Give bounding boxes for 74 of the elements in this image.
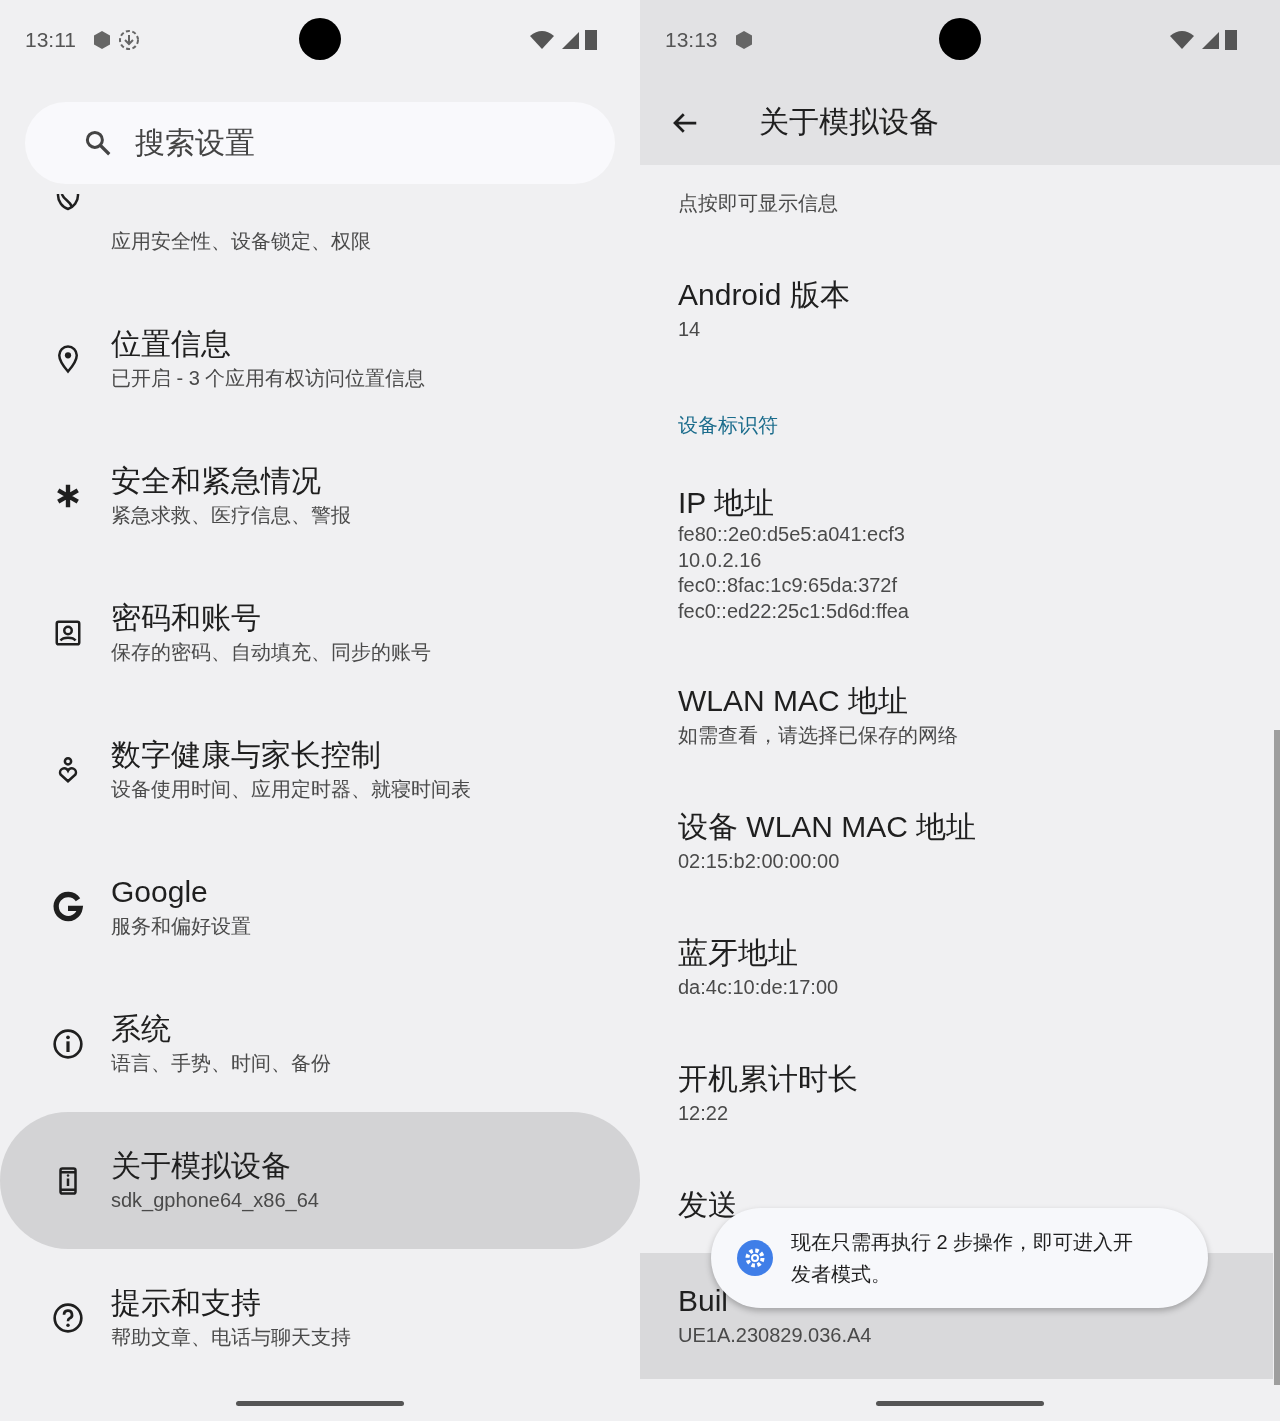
row-title: WLAN MAC 地址 bbox=[678, 683, 909, 719]
row-value: 12:22 bbox=[678, 1101, 730, 1126]
info-row[interactable]: Android 版本 14 bbox=[640, 247, 1273, 373]
row-title: Android 版本 bbox=[678, 277, 851, 313]
settings-icon bbox=[737, 1240, 773, 1276]
settings-item[interactable]: 提示和支持 帮助文章、电话与聊天支持 bbox=[0, 1249, 640, 1385]
info-row[interactable]: 蓝牙地址 da:4c:10:de:17:00 bbox=[640, 905, 1273, 1031]
item-subtitle: 语言、手势、时间、备份 bbox=[111, 1050, 331, 1076]
settings-item[interactable]: Google 服务和偏好设置 bbox=[0, 838, 640, 975]
row-value: da:4c:10:de:17:00 bbox=[678, 975, 840, 1000]
item-title: 位置信息 bbox=[111, 325, 232, 362]
signal-icon bbox=[1201, 31, 1219, 49]
info-row[interactable]: 点按即可显示信息 bbox=[640, 165, 1273, 247]
row-value: fec0::8fac:1c9:65da:372f bbox=[678, 573, 899, 598]
info-row[interactable]: WLAN MAC 地址 如需查看，请选择已保存的网络 bbox=[640, 653, 1273, 779]
item-title: 数字健康与家长控制 bbox=[111, 736, 382, 773]
item-subtitle: 服务和偏好设置 bbox=[111, 913, 251, 939]
item-subtitle: sdk_gphone64_x86_64 bbox=[111, 1187, 319, 1214]
info-row[interactable]: 开机累计时长 12:22 bbox=[640, 1031, 1273, 1157]
signal-icon bbox=[561, 31, 579, 49]
settings-item[interactable]: 数字健康与家长控制 设备使用时间、应用定时器、就寝时间表 bbox=[0, 701, 640, 838]
info-row[interactable]: 设备 WLAN MAC 地址 02:15:b2:00:00:00 bbox=[640, 779, 1273, 905]
row-value: UE1A.230829.036.A4 bbox=[678, 1323, 873, 1348]
row-title: Buil bbox=[678, 1283, 730, 1319]
wifi-icon bbox=[1169, 30, 1195, 50]
info-row[interactable]: IP 地址 fe80::2e0:d5e5:a041:ecf3 10.0.2.16 fec0::8fac:1c9:65da:372f fec0::ed22:25c1:5d6d:ffea bbox=[640, 455, 1273, 653]
camera-cutout bbox=[299, 18, 341, 60]
row-value: 如需查看，请选择已保存的网络 bbox=[678, 723, 959, 748]
g-logo-icon bbox=[52, 890, 84, 923]
info-icon bbox=[52, 1027, 84, 1060]
item-title: 关于模拟设备 bbox=[111, 1147, 292, 1184]
row-value: 10.0.2.16 bbox=[678, 547, 763, 573]
help-icon bbox=[52, 1301, 84, 1334]
hexagon-icon bbox=[92, 30, 112, 50]
item-title: 提示和支持 bbox=[111, 1284, 262, 1321]
row-value: fec0::ed22:25c1:5d6d:ffea bbox=[678, 598, 910, 624]
gesture-handle[interactable] bbox=[876, 1400, 1044, 1406]
settings-item[interactable]: 位置信息 已开启 - 3 个应用有权访问位置信息 bbox=[0, 290, 640, 427]
page-title: 关于模拟设备 bbox=[759, 104, 939, 140]
row-value: 点按即可显示信息 bbox=[678, 191, 839, 216]
status-time: 13:13 bbox=[665, 28, 718, 52]
settings-item[interactable]: 系统 语言、手势、时间、备份 bbox=[0, 975, 640, 1112]
item-title: 系统 bbox=[111, 1010, 172, 1047]
camera-cutout bbox=[939, 18, 981, 60]
hexagon-icon bbox=[733, 30, 754, 50]
row-title: 开机累计时长 bbox=[678, 1061, 859, 1097]
gesture-handle[interactable] bbox=[236, 1400, 404, 1406]
row-value: 02:15:b2:00:00:00 bbox=[678, 849, 841, 874]
section-header: 设备标识符 bbox=[677, 413, 779, 438]
item-subtitle: 设备使用时间、应用定时器、就寝时间表 bbox=[111, 776, 471, 802]
item-subtitle: 已开启 - 3 个应用有权访问位置信息 bbox=[111, 365, 426, 391]
settings-item[interactable]: 密码和账号 保存的密码、自动填充、同步的账号 bbox=[0, 564, 640, 701]
item-title: Google bbox=[111, 873, 209, 910]
settings-item[interactable]: 关于模拟设备 sdk_gphone64_x86_64 bbox=[0, 1112, 640, 1249]
battery-icon bbox=[585, 30, 597, 50]
battery-icon bbox=[1225, 30, 1237, 50]
status-time: 13:11 bbox=[25, 28, 76, 52]
row-value: fe80::2e0:d5e5:a041:ecf3 bbox=[678, 522, 906, 547]
settings-item[interactable]: 安全和紧急情况 紧急求救、医疗信息、警报 bbox=[0, 427, 640, 564]
item-subtitle: 紧急求救、医疗信息、警报 bbox=[111, 502, 351, 528]
search-field[interactable]: 搜索设置 bbox=[25, 102, 615, 184]
wifi-icon bbox=[529, 30, 555, 50]
settings-item[interactable]: 应用安全性、设备锁定、权限 bbox=[0, 194, 640, 290]
item-subtitle: 帮助文章、电话与聊天支持 bbox=[111, 1324, 351, 1350]
row-value: 14 bbox=[678, 317, 702, 342]
item-subtitle: 应用安全性、设备锁定、权限 bbox=[111, 228, 371, 254]
item-subtitle: 保存的密码、自动填充、同步的账号 bbox=[111, 639, 431, 665]
download-icon bbox=[118, 29, 140, 51]
item-title: 安全和紧急情况 bbox=[111, 462, 322, 499]
search-icon bbox=[83, 128, 113, 158]
row-title: 设备 WLAN MAC 地址 bbox=[678, 809, 978, 845]
row-title: 蓝牙地址 bbox=[678, 935, 799, 971]
item-title: 密码和账号 bbox=[111, 599, 262, 636]
row-title: IP 地址 bbox=[678, 485, 776, 521]
